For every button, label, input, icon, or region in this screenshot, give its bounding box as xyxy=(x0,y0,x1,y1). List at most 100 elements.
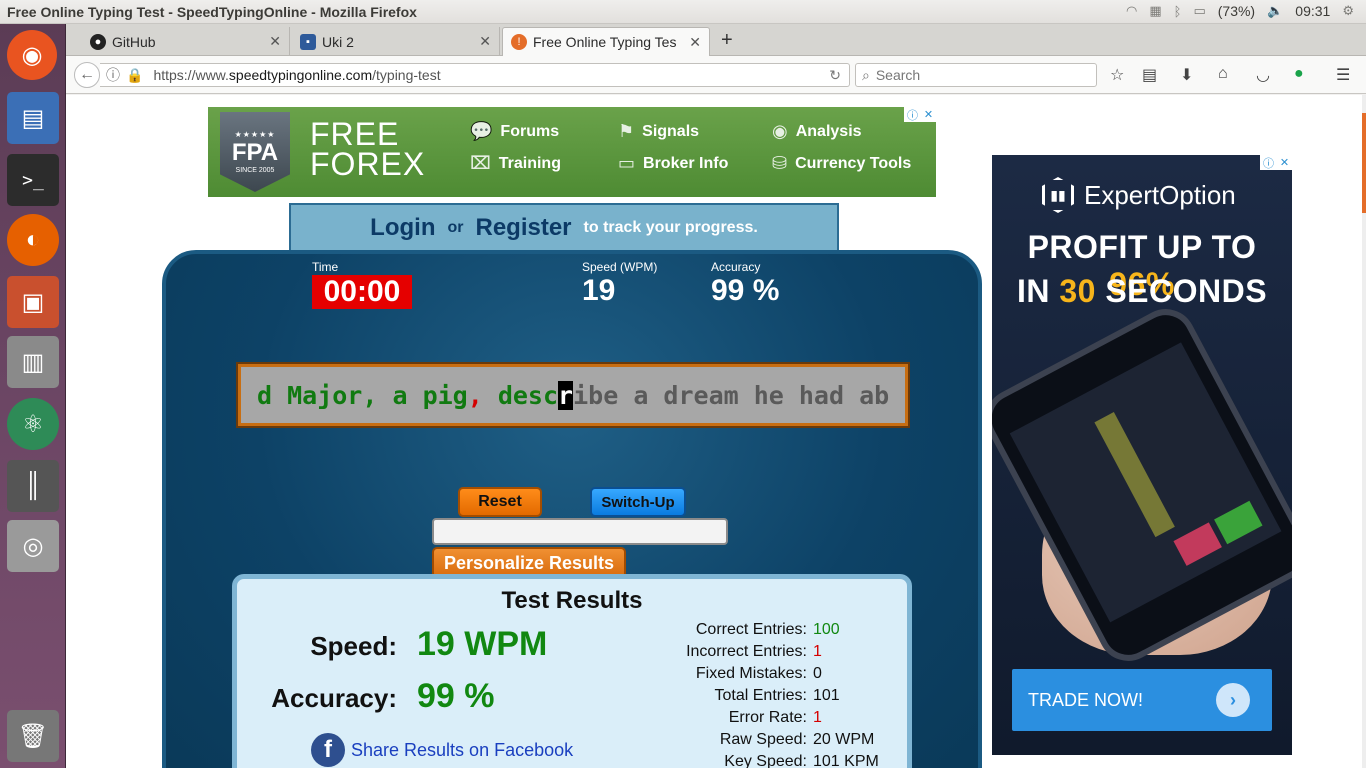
search-input[interactable]: ⌕ Search xyxy=(855,63,1097,87)
typing-text-box[interactable]: d Major, a pig, desc r ibe a dream he had … xyxy=(236,362,910,428)
battery-percent: (73%) xyxy=(1217,3,1256,19)
reset-button[interactable]: Reset xyxy=(458,487,542,517)
menu-hamburger-icon[interactable]: ☰ xyxy=(1336,65,1350,85)
result-speed-label: Speed: xyxy=(310,631,397,661)
ad-link-signals[interactable]: ⚑ Signals xyxy=(618,121,699,142)
typed-error-char: , xyxy=(467,380,483,410)
login-link[interactable]: Login xyxy=(370,214,435,242)
ad-headline-2: IN 30 SECONDS xyxy=(1016,273,1268,309)
wifi-icon[interactable]: ◠ xyxy=(1126,3,1137,19)
forex-ad-banner[interactable]: ★★★★★ FPA SINCE 2005 FREE FOREX 💬 Forums … xyxy=(208,107,936,197)
login-strip: Login or Register to track your progress… xyxy=(289,203,839,251)
search-placeholder: Search xyxy=(875,67,921,83)
github-icon: ● xyxy=(90,33,106,50)
page-content: ★★★★★ FPA SINCE 2005 FREE FOREX 💬 Forums … xyxy=(66,95,1366,768)
presentation-icon: ⌧ xyxy=(470,153,491,173)
total-entries-label: Total Entries: xyxy=(714,687,807,704)
typed-correct-text-2: desc xyxy=(482,380,559,410)
file-cabinet-icon[interactable]: ▥ xyxy=(7,336,59,388)
ad-choices-icon[interactable]: ⓘ ✕ xyxy=(1260,155,1292,170)
chevron-right-icon: › xyxy=(1216,683,1250,717)
facebook-icon: f xyxy=(311,733,345,767)
remaining-text: ibe a dream he had ab xyxy=(573,380,890,410)
close-icon[interactable]: ✕ xyxy=(479,33,491,50)
back-arrow-icon[interactable]: ← xyxy=(74,62,100,88)
home-icon[interactable]: ⌂ xyxy=(1218,65,1228,83)
speed-label: Speed (WPM) xyxy=(582,260,658,274)
switch-up-button[interactable]: Switch-Up xyxy=(590,487,686,517)
error-rate-value: 1 xyxy=(813,709,822,726)
terminal-icon[interactable]: >_ xyxy=(7,154,59,206)
or-text: or xyxy=(447,219,464,236)
tab-bar: ● GitHub ✕ ▪ Uki 2 ✕ ! Free Online Typin… xyxy=(66,24,1366,56)
mixer-icon[interactable]: ║ xyxy=(7,460,59,512)
raw-speed-label: Raw Speed: xyxy=(719,731,807,748)
url-bar[interactable]: ⓘ 🔒 https://www. speedtypingonline.com/ty… xyxy=(100,63,850,87)
camera-icon[interactable]: ◎ xyxy=(7,520,59,572)
typed-correct-text: d Major, a pig xyxy=(257,380,468,410)
typing-panel: Time 00:00 Speed (WPM) 19 Accuracy 99 % … xyxy=(162,250,982,768)
search-icon: ⌕ xyxy=(862,66,870,83)
download-icon[interactable]: ⬇ xyxy=(1180,65,1193,85)
tab-label: Uki 2 xyxy=(322,33,354,50)
firefox-icon[interactable]: ◐ xyxy=(7,214,59,266)
ad-link-analysis[interactable]: ◉ Analysis xyxy=(772,121,862,142)
info-icon[interactable]: ⓘ xyxy=(106,65,120,85)
total-entries-value: 101 xyxy=(813,687,840,704)
document-viewer-icon[interactable]: ▤ xyxy=(7,92,59,144)
ad-link-training[interactable]: ⌧ Training xyxy=(470,153,561,174)
speedtyping-icon: ! xyxy=(511,34,527,50)
time-label: Time xyxy=(312,260,339,274)
tab-typing-test[interactable]: ! Free Online Typing Tes ✕ xyxy=(502,27,710,56)
reading-list-icon[interactable]: ▤ xyxy=(1142,65,1157,85)
tab-uki[interactable]: ▪ Uki 2 ✕ xyxy=(292,27,500,56)
trade-now-button[interactable]: TRADE NOW! › xyxy=(1012,669,1272,731)
impress-icon[interactable]: ▣ xyxy=(7,276,59,328)
clock[interactable]: 09:31 xyxy=(1295,3,1330,19)
ad-link-broker-info[interactable]: ▭ Broker Info xyxy=(618,153,728,174)
register-link[interactable]: Register xyxy=(475,214,571,242)
coins-icon: ⛁ xyxy=(772,153,788,173)
ubuntu-dash-icon[interactable]: ◉ xyxy=(7,30,57,80)
tab-label: Free Online Typing Tes xyxy=(533,34,677,50)
battery-icon[interactable]: ▭ xyxy=(1193,3,1205,19)
correct-entries-value: 100 xyxy=(813,621,840,638)
bluetooth-icon[interactable]: ᛒ xyxy=(1174,4,1182,19)
settings-gear-icon[interactable]: ⚙ xyxy=(1342,3,1354,19)
trash-icon[interactable]: 🗑 xyxy=(7,710,59,762)
close-icon[interactable]: ✕ xyxy=(689,34,701,51)
keyboard-icon[interactable]: ▦ xyxy=(1149,3,1161,19)
url-host: speedtypingonline.com xyxy=(228,67,373,83)
atom-icon[interactable]: ⚛ xyxy=(7,398,59,450)
volume-icon[interactable]: 🔈 xyxy=(1267,3,1283,19)
scrollbar[interactable] xyxy=(1362,95,1366,768)
typing-input[interactable] xyxy=(432,518,728,545)
fpa-logo: ★★★★★ FPA SINCE 2005 xyxy=(220,112,290,192)
bookmark-star-icon[interactable]: ☆ xyxy=(1110,65,1124,85)
lock-icon: 🔒 xyxy=(126,66,144,83)
test-results: Test Results Speed: 19 WPM Accuracy: 99 … xyxy=(232,574,912,768)
expertoption-ad[interactable]: ▮▮ ExpertOption PROFIT UP TO 96% IN 30 S… xyxy=(992,155,1292,755)
window-title: Free Online Typing Test - SpeedTypingOnl… xyxy=(7,4,417,20)
result-speed-value: 19 WPM xyxy=(417,625,548,663)
incorrect-entries-label: Incorrect Entries: xyxy=(686,643,807,660)
system-tray: ◠ ▦ ᛒ ▭ (73%) 🔈 09:31 ⚙ xyxy=(1126,3,1354,19)
ad-link-forums[interactable]: 💬 Forums xyxy=(470,121,559,142)
pocket-icon[interactable]: ◡ xyxy=(1256,65,1270,85)
new-tab-plus-icon[interactable]: + xyxy=(721,29,733,52)
grammarly-icon[interactable]: ● xyxy=(1294,65,1304,83)
ad-link-currency-tools[interactable]: ⛁ Currency Tools xyxy=(772,153,911,174)
share-facebook-link[interactable]: f Share Results on Facebook xyxy=(311,733,573,767)
correct-entries-label: Correct Entries: xyxy=(695,621,807,638)
close-icon[interactable]: ✕ xyxy=(269,33,281,50)
reload-icon[interactable]: ↻ xyxy=(829,67,841,84)
track-text: to track your progress. xyxy=(583,219,758,236)
tab-github[interactable]: ● GitHub ✕ xyxy=(82,27,290,56)
ad-choices-icon[interactable]: ⓘ ✕ xyxy=(904,107,936,122)
raw-speed-value: 20 WPM xyxy=(813,731,875,748)
monitor-icon: ▭ xyxy=(618,153,636,173)
timer-display: 00:00 xyxy=(312,275,412,309)
fixed-mistakes-label: Fixed Mistakes: xyxy=(695,665,807,682)
ad-brand: FREE FOREX xyxy=(310,116,426,182)
tab-label: GitHub xyxy=(112,33,156,50)
